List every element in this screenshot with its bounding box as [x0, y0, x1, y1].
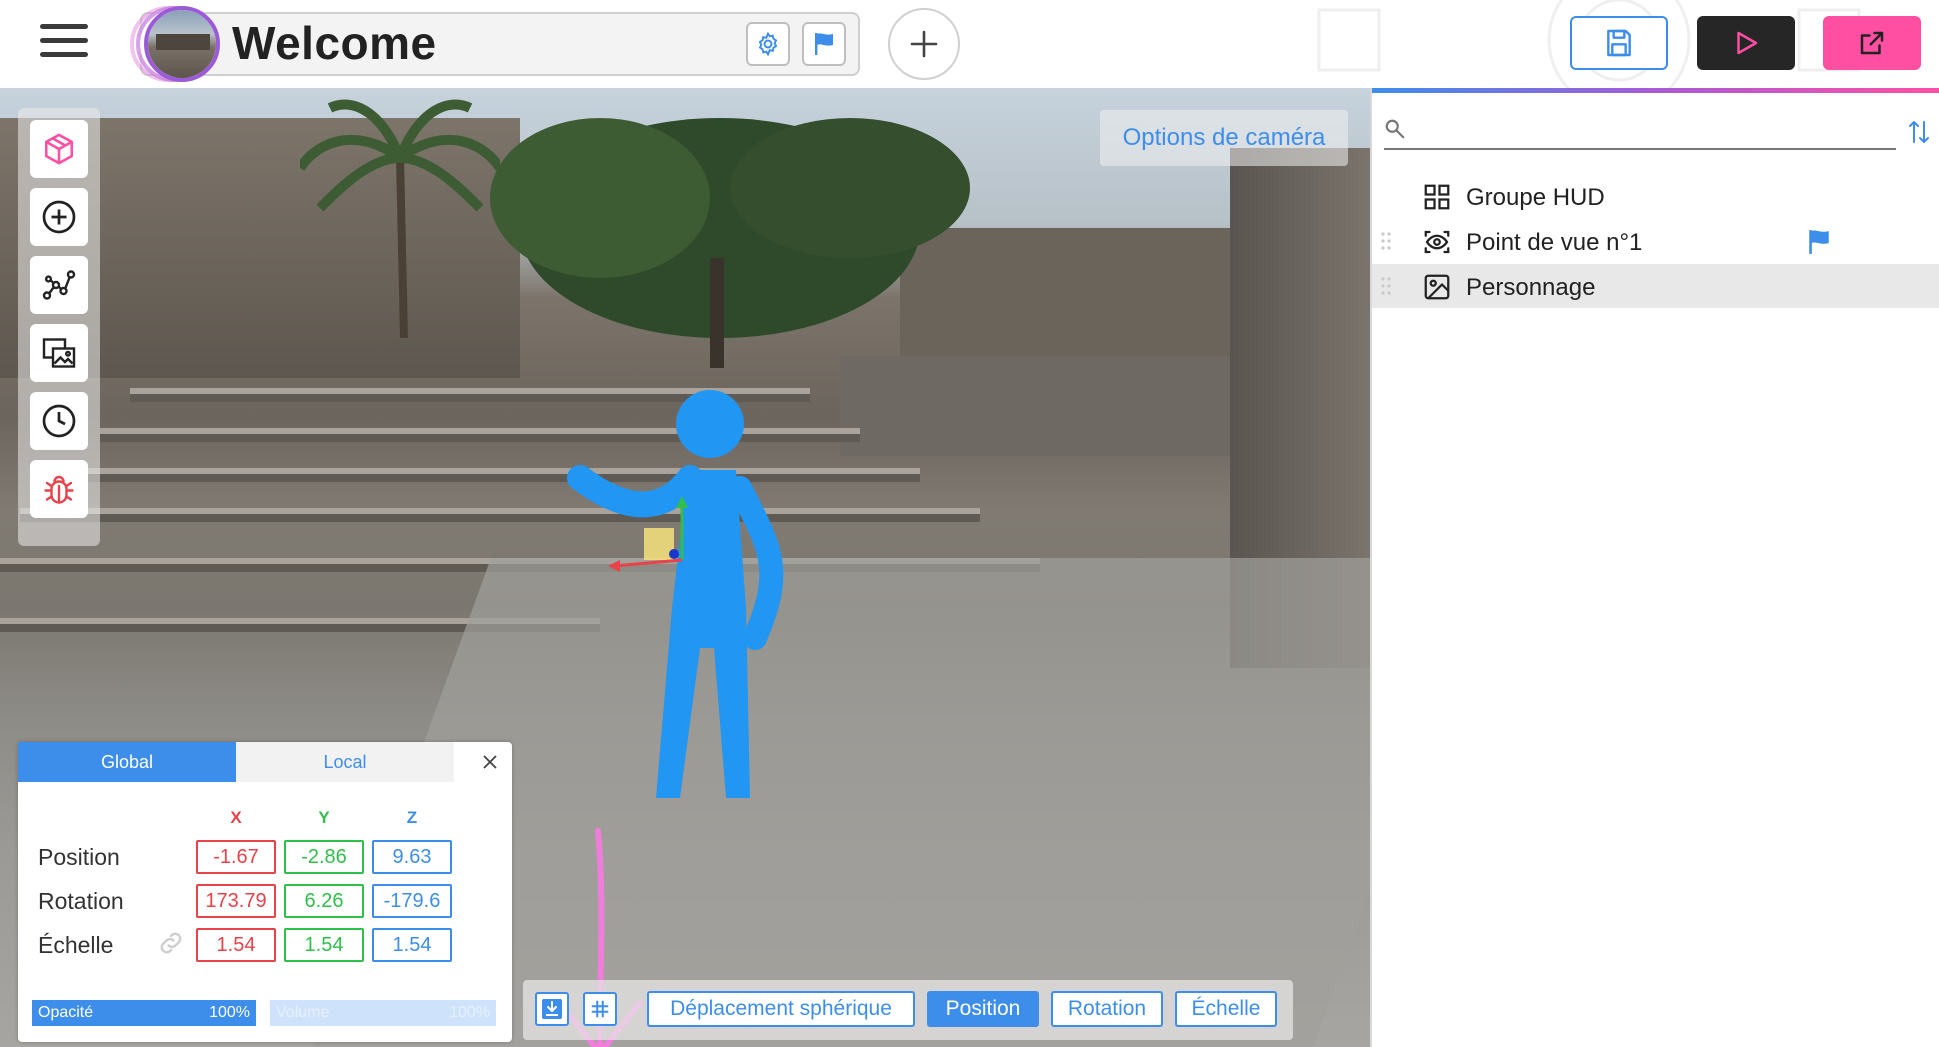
tree-item-label: Point de vue n°1: [1466, 229, 1643, 256]
spherical-move-button[interactable]: Déplacement sphérique: [647, 991, 915, 1027]
search-box: [1384, 108, 1896, 150]
bug-icon: [44, 475, 74, 504]
transform-mode-bar: Déplacement sphérique Position Rotation …: [523, 980, 1293, 1040]
images-icon: [42, 338, 76, 368]
drag-handle-icon[interactable]: [1380, 231, 1392, 251]
avatar-image: [148, 10, 216, 78]
drag-handle-icon[interactable]: [1380, 276, 1392, 296]
tree-item-personnage[interactable]: Personnage: [1372, 264, 1939, 308]
flag-button[interactable]: [802, 22, 846, 66]
search-input[interactable]: [1416, 114, 1886, 142]
opacity-slider[interactable]: Opacité 100%: [32, 1000, 256, 1026]
transform-properties-panel: Global Local X Y Z Position -1.67 -2.86 …: [18, 742, 512, 1042]
position-y-input[interactable]: -2.86: [284, 840, 364, 874]
tab-global[interactable]: Global: [18, 742, 236, 782]
palm-tree: [300, 99, 500, 338]
scene-tree-panel: Groupe HUD Point de vue n°1 Personnage: [1370, 88, 1939, 1047]
scale-y-input[interactable]: 1.54: [284, 928, 364, 962]
volume-value: 100%: [449, 1004, 490, 1021]
media-tool-button[interactable]: [30, 324, 88, 382]
opacity-value: 100%: [209, 1004, 250, 1021]
left-toolbar: [18, 108, 100, 546]
page-title: Welcome: [232, 17, 437, 69]
image-icon: [1424, 274, 1450, 300]
axis-z-header: Z: [406, 808, 418, 827]
tree-item-point-de-vue[interactable]: Point de vue n°1: [1372, 219, 1939, 263]
scale-z-input[interactable]: 1.54: [372, 928, 452, 962]
background-trees: [490, 118, 970, 368]
top-bar: Welcome: [0, 0, 1939, 88]
tab-local[interactable]: Local: [236, 742, 454, 782]
rotation-x-input[interactable]: 173.79: [196, 884, 276, 918]
axis-y-header: Y: [318, 808, 330, 827]
transform-gizmo[interactable]: [600, 488, 700, 588]
external-link-icon: [1860, 31, 1884, 55]
position-x-input[interactable]: -1.67: [196, 840, 276, 874]
volume-slider[interactable]: Volume 100%: [270, 1000, 496, 1026]
plus-circle-icon: [42, 200, 76, 234]
tree-item-groupe-hud[interactable]: Groupe HUD: [1372, 174, 1939, 218]
position-z-input[interactable]: 9.63: [372, 840, 452, 874]
gear-icon: [758, 31, 778, 57]
link-icon[interactable]: [156, 928, 186, 958]
flag-icon: [1809, 230, 1829, 254]
scale-mode-button[interactable]: Échelle: [1175, 991, 1277, 1027]
rotation-mode-button[interactable]: Rotation: [1051, 991, 1163, 1027]
save-icon: [1607, 29, 1631, 57]
position-label: Position: [38, 844, 120, 870]
close-panel-button[interactable]: [468, 742, 512, 782]
grid-icon: [1424, 184, 1450, 210]
graph-icon: [42, 270, 76, 300]
flag-icon: [815, 33, 833, 55]
rotation-z-input[interactable]: -179.6: [372, 884, 452, 918]
avatar[interactable]: [130, 4, 222, 84]
bench: [20, 508, 980, 522]
add-object-button[interactable]: [30, 188, 88, 246]
sort-icon[interactable]: [1908, 118, 1930, 146]
opacity-label: Opacité: [38, 1004, 94, 1021]
close-icon: [483, 755, 497, 769]
volume-label: Volume: [276, 1004, 330, 1021]
graph-tool-button[interactable]: [30, 256, 88, 314]
cube-icon: [44, 133, 74, 165]
add-button[interactable]: [888, 8, 960, 80]
camera-options-button[interactable]: Options de caméra: [1100, 110, 1348, 166]
tree-item-label: Personnage: [1466, 274, 1596, 301]
position-mode-button[interactable]: Position: [927, 991, 1039, 1027]
scale-x-input[interactable]: 1.54: [196, 928, 276, 962]
settings-button[interactable]: [746, 22, 790, 66]
rotation-y-input[interactable]: 6.26: [284, 884, 364, 918]
panel-accent-bar: [1372, 88, 1939, 93]
menu-button[interactable]: [40, 24, 88, 64]
clock-icon: [42, 404, 76, 438]
play-button[interactable]: [1697, 16, 1795, 70]
download-icon: [542, 999, 562, 1019]
debug-tool-button[interactable]: [30, 460, 88, 518]
character-figure[interactable]: [560, 378, 800, 838]
tree-item-label: Groupe HUD: [1466, 184, 1605, 211]
snap-to-ground-button[interactable]: [535, 992, 569, 1026]
search-icon: [1385, 119, 1405, 139]
hamburger-icon: [40, 24, 88, 29]
save-button[interactable]: [1570, 16, 1668, 70]
hash-icon: [591, 1000, 609, 1018]
grid-snap-button[interactable]: [583, 992, 617, 1026]
export-button[interactable]: [1823, 16, 1921, 70]
rotation-label: Rotation: [38, 888, 124, 914]
play-icon: [1737, 31, 1758, 55]
stone-wall: [840, 356, 1240, 456]
scale-label: Échelle: [38, 932, 114, 958]
axis-x-header: X: [230, 808, 242, 827]
plus-icon: [910, 30, 938, 58]
object-tool-button[interactable]: [30, 120, 88, 178]
viewpoint-icon: [1424, 230, 1450, 254]
timeline-tool-button[interactable]: [30, 392, 88, 450]
